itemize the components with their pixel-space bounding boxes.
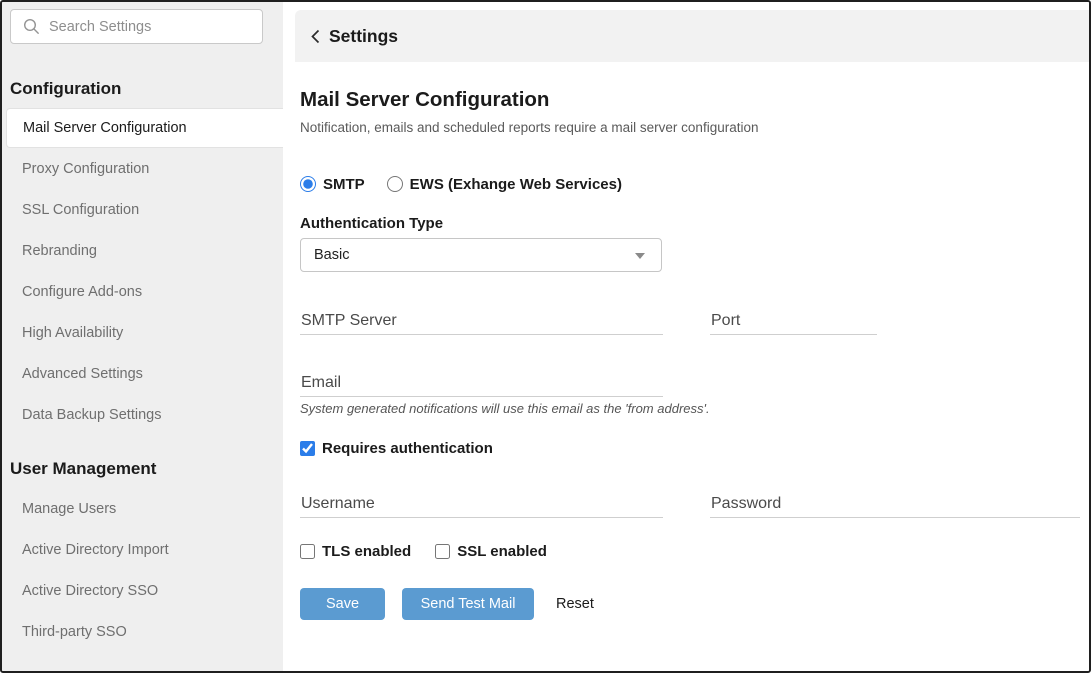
- password-input[interactable]: [710, 485, 1080, 518]
- smtp-server-input[interactable]: [300, 302, 663, 335]
- sidebar-item-rebranding[interactable]: Rebranding: [2, 230, 283, 271]
- page-subtitle: Notification, emails and scheduled repor…: [300, 119, 758, 137]
- send-test-mail-button[interactable]: Send Test Mail: [402, 588, 534, 620]
- authentication-type-label: Authentication Type: [300, 214, 443, 234]
- settings-header-bar: Settings: [295, 10, 1089, 62]
- ssl-enabled-label: SSL enabled: [457, 543, 547, 560]
- sidebar-item-label: Manage Users: [22, 501, 116, 517]
- sidebar-item-configure-add-ons[interactable]: Configure Add-ons: [2, 271, 283, 312]
- sidebar-item-manage-users[interactable]: Manage Users: [2, 488, 283, 529]
- sidebar-item-active-directory-sso[interactable]: Active Directory SSO: [2, 570, 283, 611]
- save-button[interactable]: Save: [300, 588, 385, 620]
- sidebar-item-label: Mail Server Configuration: [23, 120, 187, 136]
- tls-enabled-option[interactable]: TLS enabled: [300, 543, 411, 560]
- requires-authentication-option[interactable]: Requires authentication: [300, 440, 493, 457]
- sidebar-item-third-party-sso[interactable]: Third-party SSO: [2, 611, 283, 652]
- requires-authentication-checkbox[interactable]: [300, 441, 315, 456]
- sidebar-item-mail-server-configuration[interactable]: Mail Server Configuration: [6, 108, 283, 148]
- sidebar-item-advanced-settings[interactable]: Advanced Settings: [2, 353, 283, 394]
- settings-sidebar: Configuration Mail Server Configuration …: [2, 2, 283, 671]
- reset-link[interactable]: Reset: [556, 596, 594, 612]
- authentication-type-select[interactable]: Basic: [300, 238, 662, 272]
- sidebar-item-label: Proxy Configuration: [22, 161, 149, 177]
- port-input[interactable]: [710, 302, 877, 335]
- actions-row: Save Send Test Mail Reset: [300, 588, 594, 620]
- sidebar-item-label: Advanced Settings: [22, 366, 143, 382]
- sidebar-item-label: Active Directory SSO: [22, 583, 158, 599]
- search-box[interactable]: [10, 9, 263, 44]
- protocol-radio-group: SMTP EWS (Exhange Web Services): [300, 173, 622, 195]
- sidebar-item-data-backup-settings[interactable]: Data Backup Settings: [2, 394, 283, 435]
- radio-option-ews[interactable]: EWS (Exhange Web Services): [387, 176, 622, 193]
- tls-enabled-label: TLS enabled: [322, 543, 411, 560]
- chevron-left-icon: [308, 28, 323, 45]
- sidebar-item-high-availability[interactable]: High Availability: [2, 312, 283, 353]
- smtp-radio[interactable]: [300, 176, 316, 192]
- sidebar-item-label: Active Directory Import: [22, 542, 169, 558]
- search-icon: [23, 18, 40, 35]
- tls-enabled-checkbox[interactable]: [300, 544, 315, 559]
- app-window: Configuration Mail Server Configuration …: [0, 0, 1091, 673]
- search-input[interactable]: [49, 19, 249, 35]
- back-label: Settings: [329, 26, 398, 47]
- tls-ssl-row: TLS enabled SSL enabled: [300, 541, 547, 561]
- requires-authentication-label: Requires authentication: [322, 440, 493, 457]
- main-panel: Settings Mail Server Configuration Notif…: [283, 2, 1089, 671]
- ssl-enabled-checkbox[interactable]: [435, 544, 450, 559]
- page-title: Mail Server Configuration: [300, 87, 549, 113]
- section-heading-user-management: User Management: [10, 457, 275, 481]
- caret-down-icon: [635, 253, 645, 259]
- username-input[interactable]: [300, 485, 663, 518]
- back-to-settings-link[interactable]: Settings: [308, 26, 398, 47]
- radio-option-smtp[interactable]: SMTP: [300, 176, 365, 193]
- email-helper-text: System generated notifications will use …: [300, 401, 710, 417]
- sidebar-item-proxy-configuration[interactable]: Proxy Configuration: [2, 148, 283, 189]
- sidebar-item-ssl-configuration[interactable]: SSL Configuration: [2, 189, 283, 230]
- sidebar-item-label: Data Backup Settings: [22, 407, 161, 423]
- sidebar-item-label: SSL Configuration: [22, 202, 139, 218]
- ews-radio-label: EWS (Exhange Web Services): [410, 176, 622, 193]
- sidebar-item-label: Rebranding: [22, 243, 97, 259]
- sidebar-item-label: Configure Add-ons: [22, 284, 142, 300]
- sidebar-item-label: High Availability: [22, 325, 123, 341]
- authentication-type-value: Basic: [314, 247, 349, 263]
- sidebar-item-label: Third-party SSO: [22, 624, 127, 640]
- email-input[interactable]: [300, 364, 663, 397]
- ews-radio[interactable]: [387, 176, 403, 192]
- sidebar-item-active-directory-import[interactable]: Active Directory Import: [2, 529, 283, 570]
- ssl-enabled-option[interactable]: SSL enabled: [435, 543, 547, 560]
- requires-authentication-row: Requires authentication: [300, 440, 493, 460]
- section-heading-configuration: Configuration: [10, 77, 275, 101]
- smtp-radio-label: SMTP: [323, 176, 365, 193]
